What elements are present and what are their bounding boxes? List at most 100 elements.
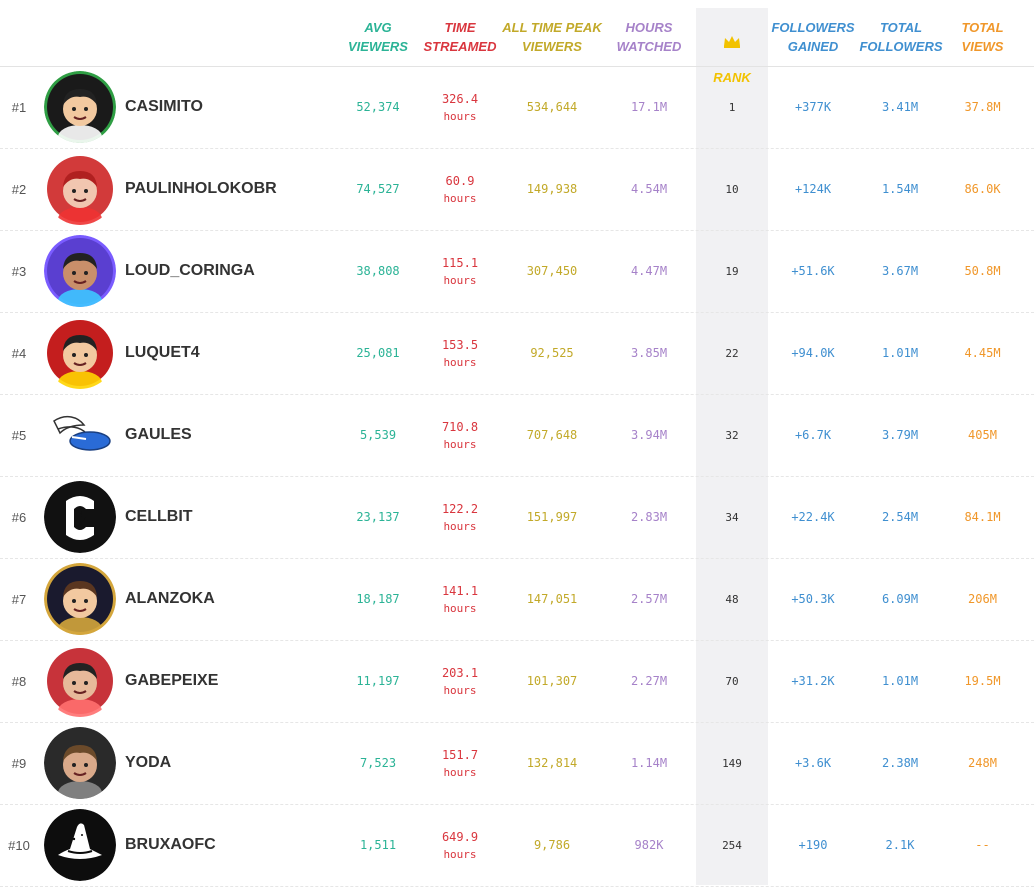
hours-watched-value: 3.94M [630, 428, 668, 442]
hours-watched-value: 2.27M [630, 674, 668, 688]
avg-viewers-value: 7,523 [359, 756, 397, 770]
time-streamed-unit: hours [443, 601, 477, 615]
streamer-name[interactable]: PAULINHOLOKOBR [125, 148, 277, 230]
time-streamed-unit: hours [443, 437, 477, 451]
total-followers-value: 2.38M [881, 756, 919, 770]
rank-position: #1 [11, 99, 27, 115]
followers-gained-value: +190 [798, 838, 828, 852]
table-row[interactable]: #10 BRUXAOFC 1,511 649.9 hours 9,786 982… [0, 804, 1034, 887]
time-streamed-unit: hours [443, 191, 477, 205]
rank-position: #3 [11, 263, 27, 279]
total-views-value: 248M [968, 756, 997, 770]
peak-viewers-value: 534,644 [526, 100, 578, 114]
time-streamed-value: 141.1 [441, 583, 479, 598]
followers-gained-value: +3.6K [794, 756, 832, 770]
time-streamed-cell: 141.1 hours [420, 558, 500, 640]
yoda-avatar[interactable] [44, 727, 116, 799]
rank-position: #7 [11, 591, 27, 607]
time-streamed-cell: 710.8 hours [420, 394, 500, 476]
hours-watched-value: 4.54M [630, 182, 668, 196]
followers-gained-value: +22.4K [791, 510, 835, 524]
paulinholokobr-avatar[interactable] [44, 153, 116, 225]
peak-viewers-value: 149,938 [526, 182, 578, 196]
time-streamed-unit: hours [443, 683, 477, 697]
header-total-followers[interactable]: TOTAL FOLLOWERS [858, 18, 944, 56]
table-row[interactable]: #5 GAULES 5,539 710.8 hours 707,648 3.94… [0, 394, 1034, 477]
gabepeixe-avatar[interactable] [44, 645, 116, 717]
total-views-value: 50.8M [964, 264, 1001, 278]
header-avg-viewers[interactable]: AVG VIEWERS [338, 18, 418, 56]
time-streamed-value: 326.4 [441, 91, 479, 106]
total-followers-value: 1.54M [881, 182, 919, 196]
header-hours-watched[interactable]: HOURS WATCHED [610, 18, 688, 56]
hours-watched-value: 982K [634, 838, 664, 852]
header-time-streamed[interactable]: TIME STREAMED [420, 18, 500, 56]
rank-position: #8 [11, 673, 27, 689]
alanzoka-avatar[interactable] [44, 563, 116, 635]
hours-watched-value: 1.14M [630, 756, 668, 770]
table-row[interactable]: #9 YODA 7,523 151.7 hours 132,814 1.14M … [0, 722, 1034, 805]
peak-viewers-value: 132,814 [526, 756, 578, 770]
streamer-name[interactable]: LUQUET4 [125, 312, 200, 394]
hours-watched-value: 2.83M [630, 510, 668, 524]
hours-watched-value: 17.1M [630, 100, 668, 114]
time-streamed-unit: hours [443, 519, 477, 533]
rank-position: #2 [11, 181, 27, 197]
total-followers-value: 6.09M [881, 592, 919, 606]
table-row[interactable]: #4 LUQUET4 25,081 153.5 hours 92,525 3.8… [0, 312, 1034, 395]
total-views-value: 19.5M [964, 674, 1001, 688]
cellbit-logo-icon[interactable] [44, 481, 116, 553]
streamer-name[interactable]: LOUD_CORINGA [125, 230, 255, 312]
time-streamed-cell: 60.9 hours [420, 148, 500, 230]
rank-value: 70 [725, 674, 739, 688]
streamer-name[interactable]: YODA [125, 722, 171, 804]
total-followers-value: 3.41M [881, 100, 919, 114]
hours-watched-value: 4.47M [630, 264, 668, 278]
table-row[interactable]: #8 GABEPEIXE 11,197 203.1 hours 101,307 … [0, 640, 1034, 723]
total-views-value: 84.1M [964, 510, 1001, 524]
table-row[interactable]: #2 PAULINHOLOKOBR 74,527 60.9 hours 149,… [0, 148, 1034, 231]
time-streamed-cell: 153.5 hours [420, 312, 500, 394]
rank-position: #10 [8, 837, 30, 853]
total-followers-value: 2.1K [885, 838, 915, 852]
streamer-name[interactable]: ALANZOKA [125, 558, 215, 640]
witch-hat-icon[interactable] [44, 809, 116, 881]
rank-value: 32 [725, 428, 739, 442]
streamer-name[interactable]: GABEPEIXE [125, 640, 218, 722]
luquet4-avatar[interactable] [44, 317, 116, 389]
streamer-name[interactable]: GAULES [125, 394, 192, 476]
header-total-views[interactable]: TOTAL VIEWS [945, 18, 1020, 56]
streamer-name[interactable]: CELLBIT [125, 476, 193, 558]
table-row[interactable]: #3 LOUD_CORINGA 38,808 115.1 hours 307,4… [0, 230, 1034, 313]
rank-value: 34 [725, 510, 739, 524]
peak-viewers-value: 707,648 [526, 428, 578, 442]
time-streamed-value: 649.9 [441, 829, 479, 844]
rank-value: 1 [728, 100, 736, 114]
table-row[interactable]: #1 CASIMITO 52,374 326.4 hours 534,644 1… [0, 66, 1034, 149]
time-streamed-value: 60.9 [445, 173, 475, 188]
table-row[interactable]: #7 ALANZOKA 18,187 141.1 hours 147,051 2… [0, 558, 1034, 641]
time-streamed-cell: 203.1 hours [420, 640, 500, 722]
loud-coringa-avatar[interactable] [44, 235, 116, 307]
rank-value: 19 [725, 264, 739, 278]
avg-viewers-value: 18,187 [356, 592, 400, 606]
time-streamed-value: 151.7 [441, 747, 479, 762]
total-views-value: 4.45M [964, 346, 1001, 360]
rank-value: 149 [722, 756, 742, 770]
streamer-name[interactable]: CASIMITO [125, 66, 203, 148]
time-streamed-unit: hours [443, 273, 477, 287]
time-streamed-value: 710.8 [441, 419, 479, 434]
hours-watched-value: 3.85M [630, 346, 668, 360]
casimito-avatar[interactable] [44, 71, 116, 143]
header-followers-gained[interactable]: FOLLOWERS GAINED [770, 18, 856, 56]
followers-gained-value: +94.0K [791, 346, 835, 360]
peak-viewers-value: 151,997 [526, 510, 578, 524]
rank-value: 254 [722, 838, 742, 852]
table-row[interactable]: #6 CELLBIT 23,137 122.2 hours 151,997 2.… [0, 476, 1034, 559]
followers-gained-value: +6.7K [794, 428, 832, 442]
peak-viewers-value: 101,307 [526, 674, 578, 688]
streamer-name[interactable]: BRUXAOFC [125, 804, 216, 886]
header-all-time-peak-viewers[interactable]: ALL TIME PEAK VIEWERS [500, 18, 604, 56]
avg-viewers-value: 52,374 [356, 100, 400, 114]
gaules-wing-icon[interactable] [44, 399, 116, 471]
